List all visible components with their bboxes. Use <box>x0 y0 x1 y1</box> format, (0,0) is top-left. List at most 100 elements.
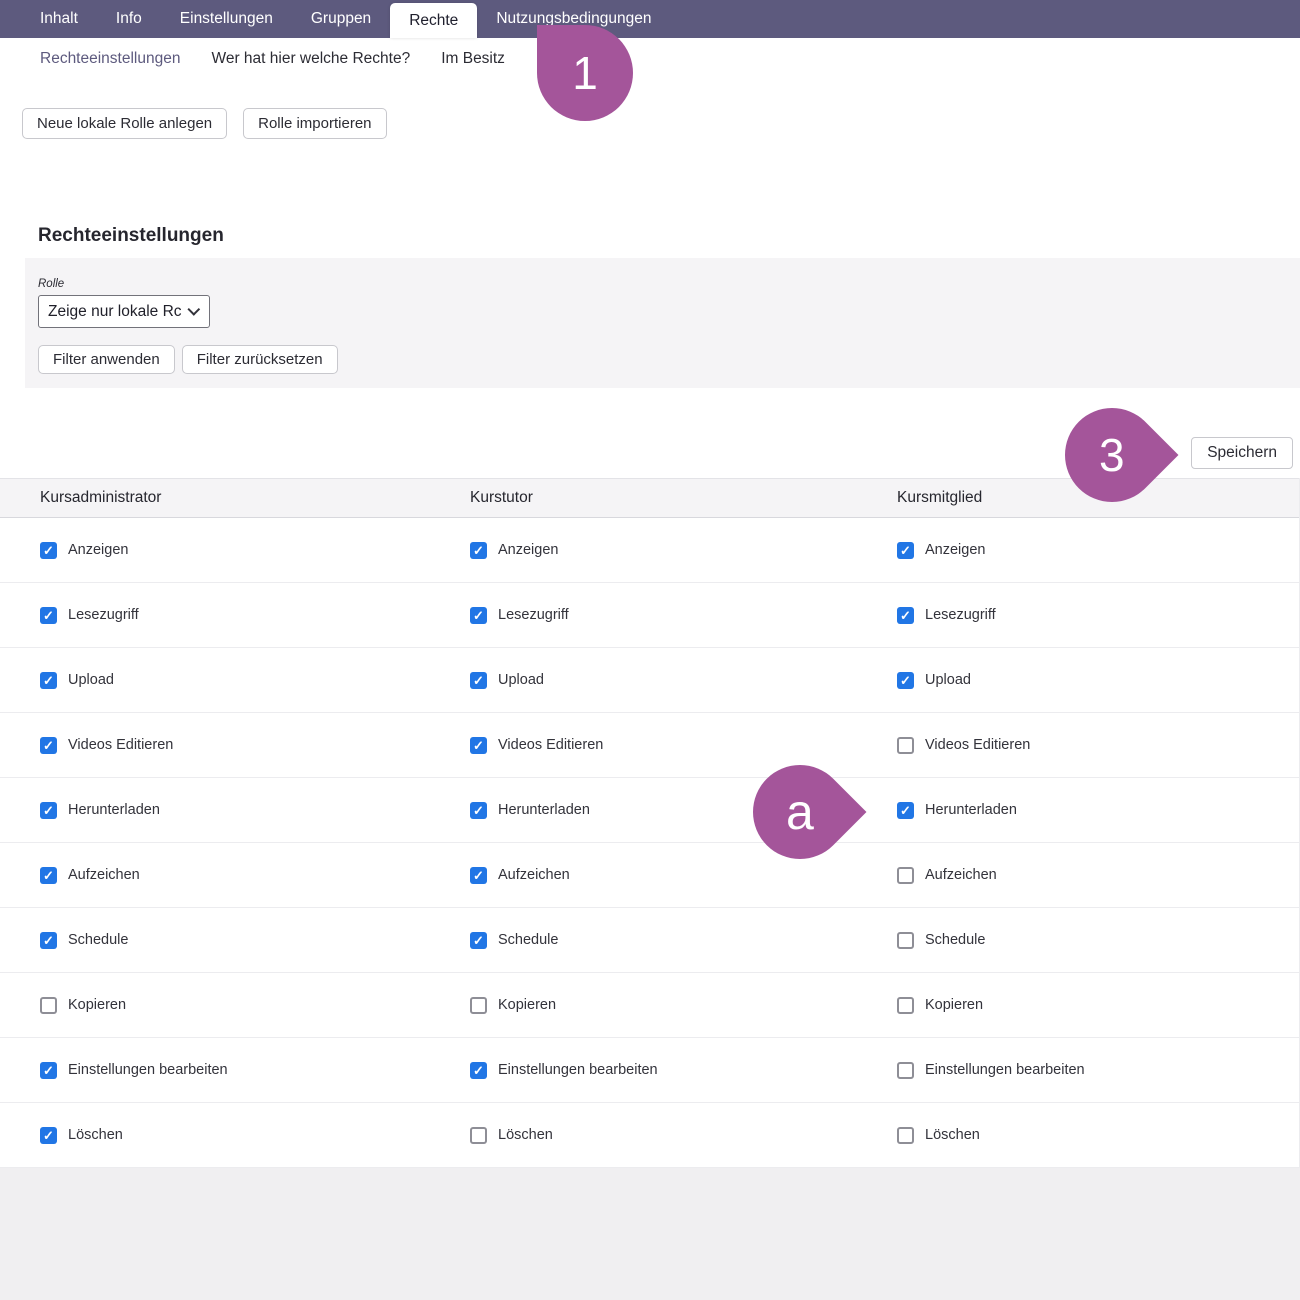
tab-gruppen[interactable]: Gruppen <box>292 0 390 38</box>
table-row: Anzeigen Anzeigen Anzeigen <box>0 518 1299 583</box>
permission-checkbox[interactable] <box>897 1062 914 1079</box>
permission-cell: Videos Editieren <box>897 737 1299 754</box>
permission-cell: Löschen <box>897 1127 1299 1144</box>
table-row: Upload Upload Upload <box>0 648 1299 713</box>
permission-label: Upload <box>68 672 114 688</box>
tab-rechte[interactable]: Rechte <box>390 3 477 38</box>
permission-label: Videos Editieren <box>925 737 1030 753</box>
permission-checkbox[interactable] <box>470 1127 487 1144</box>
permission-checkbox[interactable] <box>470 737 487 754</box>
tab-einstellungen[interactable]: Einstellungen <box>161 0 292 38</box>
table-row: Aufzeichen Aufzeichen Aufzeichen <box>0 843 1299 908</box>
permission-cell: Herunterladen <box>40 802 470 819</box>
permission-checkbox[interactable] <box>470 997 487 1014</box>
permission-checkbox[interactable] <box>40 932 57 949</box>
table-row: Herunterladen Herunterladen Herunterladen <box>0 778 1299 843</box>
permission-cell: Videos Editieren <box>470 737 897 754</box>
permission-checkbox[interactable] <box>40 1127 57 1144</box>
callout-1-label: 1 <box>572 50 598 96</box>
table-row: Einstellungen bearbeiten Einstellungen be… <box>0 1038 1299 1103</box>
callout-3-label: 3 <box>1099 432 1125 478</box>
permission-checkbox[interactable] <box>470 1062 487 1079</box>
permission-checkbox[interactable] <box>897 607 914 624</box>
permission-checkbox[interactable] <box>40 672 57 689</box>
permission-checkbox[interactable] <box>470 802 487 819</box>
permission-checkbox[interactable] <box>897 542 914 559</box>
permission-label: Lesezugriff <box>68 607 139 623</box>
tab-info[interactable]: Info <box>97 0 161 38</box>
new-local-role-button[interactable]: Neue lokale Rolle anlegen <box>22 108 227 139</box>
import-role-button[interactable]: Rolle importieren <box>243 108 386 139</box>
permission-label: Kopieren <box>68 997 126 1013</box>
permission-cell: Lesezugriff <box>40 607 470 624</box>
reset-filter-button[interactable]: Filter zurücksetzen <box>182 345 338 374</box>
permission-checkbox[interactable] <box>897 997 914 1014</box>
permission-cell: Upload <box>470 672 897 689</box>
table-row: Lesezugriff Lesezugriff Lesezugriff <box>0 583 1299 648</box>
permission-label: Upload <box>498 672 544 688</box>
top-navigation: Inhalt Info Einstellungen Gruppen Rechte… <box>0 0 1300 38</box>
permission-label: Aufzeichen <box>68 867 140 883</box>
column-header-kursadministrator: Kursadministrator <box>40 489 470 507</box>
permission-label: Anzeigen <box>68 542 128 558</box>
permission-label: Anzeigen <box>498 542 558 558</box>
permission-cell: Anzeigen <box>470 542 897 559</box>
permission-cell: Upload <box>897 672 1299 689</box>
permission-checkbox[interactable] <box>897 867 914 884</box>
permission-label: Herunterladen <box>498 802 590 818</box>
permission-cell: Aufzeichen <box>897 867 1299 884</box>
permission-checkbox[interactable] <box>40 802 57 819</box>
permission-cell: Löschen <box>470 1127 897 1144</box>
permission-checkbox[interactable] <box>40 867 57 884</box>
permission-cell: Einstellungen bearbeiten <box>897 1062 1299 1079</box>
permission-checkbox[interactable] <box>897 1127 914 1144</box>
permission-checkbox[interactable] <box>470 607 487 624</box>
permission-checkbox[interactable] <box>40 737 57 754</box>
apply-filter-button[interactable]: Filter anwenden <box>38 345 175 374</box>
permission-label: Anzeigen <box>925 542 985 558</box>
role-select[interactable]: Zeige nur lokale Rc <box>38 295 210 328</box>
permission-label: Schedule <box>925 932 985 948</box>
permission-cell: Einstellungen bearbeiten <box>470 1062 897 1079</box>
permission-label: Lesezugriff <box>498 607 569 623</box>
permission-label: Löschen <box>498 1127 553 1143</box>
permission-checkbox[interactable] <box>470 672 487 689</box>
permission-cell: Anzeigen <box>897 542 1299 559</box>
role-actions-row: Neue lokale Rolle anlegen Rolle importie… <box>22 108 1300 139</box>
permission-checkbox[interactable] <box>897 672 914 689</box>
permission-checkbox[interactable] <box>40 1062 57 1079</box>
permission-checkbox[interactable] <box>897 802 914 819</box>
permission-checkbox[interactable] <box>40 997 57 1014</box>
tab-inhalt[interactable]: Inhalt <box>21 0 97 38</box>
permission-label: Videos Editieren <box>498 737 603 753</box>
permission-cell: Aufzeichen <box>470 867 897 884</box>
permission-label: Einstellungen bearbeiten <box>498 1062 658 1078</box>
permission-label: Schedule <box>68 932 128 948</box>
permission-checkbox[interactable] <box>470 542 487 559</box>
annotation-callout-1: 1 <box>537 25 633 121</box>
permission-label: Herunterladen <box>925 802 1017 818</box>
permissions-rows: AnzeigenAnzeigenAnzeigenLesezugriffLesez… <box>0 518 1299 1168</box>
table-row: Videos Editieren Videos Editieren Videos E… <box>0 713 1299 778</box>
permission-cell: Anzeigen <box>40 542 470 559</box>
permission-checkbox[interactable] <box>40 607 57 624</box>
save-button[interactable]: Speichern <box>1191 437 1293 469</box>
page-title: Rechteeinstellungen <box>38 225 1300 249</box>
chevron-down-icon <box>187 303 200 316</box>
permission-checkbox[interactable] <box>40 542 57 559</box>
subnav-rechteeinstellungen[interactable]: Rechteeinstellungen <box>40 50 180 68</box>
permission-cell: Kopieren <box>470 997 897 1014</box>
permission-checkbox[interactable] <box>897 932 914 949</box>
permission-checkbox[interactable] <box>470 867 487 884</box>
permission-cell: Schedule <box>470 932 897 949</box>
permission-cell: Lesezugriff <box>897 607 1299 624</box>
permission-checkbox[interactable] <box>897 737 914 754</box>
permission-label: Aufzeichen <box>498 867 570 883</box>
permission-cell: Aufzeichen <box>40 867 470 884</box>
permission-label: Löschen <box>68 1127 123 1143</box>
callout-a-label: a <box>786 787 814 837</box>
subnav-im-besitz[interactable]: Im Besitz <box>441 50 505 68</box>
permission-checkbox[interactable] <box>470 932 487 949</box>
permission-label: Videos Editieren <box>68 737 173 753</box>
subnav-wer-hat-welche-rechte[interactable]: Wer hat hier welche Rechte? <box>211 50 410 68</box>
